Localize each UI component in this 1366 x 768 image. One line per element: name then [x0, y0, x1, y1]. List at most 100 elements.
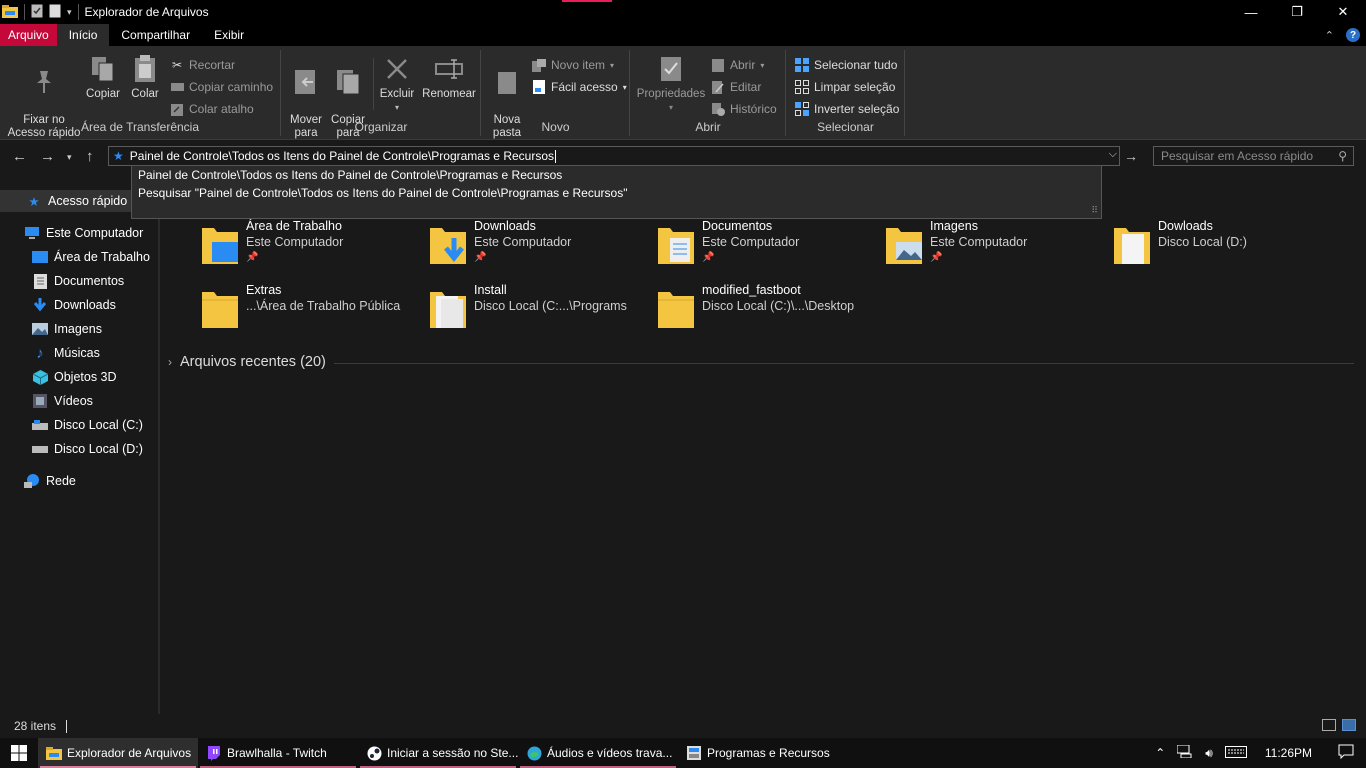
taskbar-item-twitch[interactable]: Brawlhalla - Twitch: [198, 738, 358, 768]
cut-label: Recortar: [189, 58, 236, 72]
resize-grip-icon[interactable]: ⠿: [1091, 205, 1098, 216]
tab-home[interactable]: Início: [56, 24, 110, 46]
sidebar-item-label: Disco Local (C:): [54, 418, 143, 432]
autocomplete-item[interactable]: Painel de Controle\Todos os Itens do Pai…: [132, 166, 1101, 184]
paste-icon: [130, 54, 160, 84]
folder-icon: [428, 286, 468, 330]
sidebar-item-drive-c[interactable]: Disco Local (C:): [0, 414, 143, 436]
sidebar-item-documents[interactable]: Documentos: [0, 270, 124, 292]
start-button[interactable]: [0, 738, 38, 768]
copy-path-button[interactable]: Copiar caminho: [170, 80, 273, 94]
select-all-label: Selecionar tudo: [814, 58, 898, 72]
taskbar-item-file-explorer[interactable]: Explorador de Arquivos: [38, 738, 198, 768]
sidebar-item-label: Este Computador: [46, 226, 144, 240]
pin-icon: 📌: [474, 252, 487, 263]
tab-share[interactable]: Compartilhar: [109, 24, 202, 46]
sidebar-item-3d-objects[interactable]: Objetos 3D: [0, 366, 117, 388]
select-all-button[interactable]: Selecionar tudo: [795, 58, 897, 72]
sidebar-item-pictures[interactable]: Imagens: [0, 318, 102, 340]
sidebar-item-label: Músicas: [54, 346, 100, 360]
network-tray-icon[interactable]: [1176, 744, 1193, 761]
properties-label: Propriedades: [636, 88, 706, 100]
keyboard-icon[interactable]: [1224, 745, 1247, 761]
copy-button[interactable]: Copiar: [84, 54, 122, 101]
forward-button[interactable]: →: [40, 148, 55, 165]
folder-tile[interactable]: Imagens Este Computador 📌: [884, 218, 1104, 274]
folder-tile[interactable]: Install Disco Local (C:...\Programs: [428, 282, 648, 338]
up-button[interactable]: ↑: [86, 148, 94, 165]
paste-shortcut-button[interactable]: Colar atalho: [170, 102, 254, 116]
taskbar-item-edge[interactable]: Áudios e vídeos trava...: [518, 738, 678, 768]
tiles-view-icon[interactable]: [1342, 719, 1356, 731]
folder-tile[interactable]: Downloads Este Computador 📌: [428, 218, 648, 274]
volume-icon[interactable]: 🔊︎: [1205, 746, 1213, 761]
sidebar-item-desktop[interactable]: Área de Trabalho: [0, 246, 150, 268]
copy-path-label: Copiar caminho: [189, 80, 274, 94]
new-item-button[interactable]: Novo item ▾: [532, 58, 614, 72]
address-history-dropdown[interactable]: ⌵: [1109, 148, 1117, 161]
sidebar-item-network[interactable]: Rede: [0, 470, 76, 492]
quick-access-star-icon: ★: [113, 149, 124, 163]
maximize-button[interactable]: ❐: [1274, 0, 1320, 24]
close-button[interactable]: ✕: [1320, 0, 1366, 24]
back-button[interactable]: ←: [12, 148, 27, 165]
chevron-down-icon: ▾: [760, 60, 765, 70]
sidebar-item-music[interactable]: ♪ Músicas: [0, 342, 100, 364]
delete-button[interactable]: Excluir ▾: [378, 54, 416, 114]
open-button[interactable]: Abrir ▾: [711, 58, 764, 72]
sidebar-item-drive-d[interactable]: Disco Local (D:): [0, 438, 143, 460]
taskbar-item-steam[interactable]: Iniciar a sessão no Ste...: [358, 738, 518, 768]
address-input[interactable]: Painel de Controle\Todos os Itens do Pai…: [130, 149, 557, 164]
go-button[interactable]: →: [1124, 148, 1138, 164]
address-bar[interactable]: ★ Painel de Controle\Todos os Itens do P…: [108, 146, 1120, 166]
folder-location: Disco Local (D:): [1158, 235, 1247, 249]
notifications-icon[interactable]: [1338, 744, 1354, 762]
taskbar-item-programs-features[interactable]: Programas e Recursos: [678, 738, 838, 768]
history-button[interactable]: Histórico: [711, 102, 777, 116]
recent-locations-button[interactable]: ▾: [67, 152, 72, 163]
invert-selection-button[interactable]: Inverter seleção: [795, 102, 899, 116]
sidebar-item-this-pc[interactable]: Este Computador: [0, 222, 143, 244]
rename-button[interactable]: Renomear: [420, 54, 478, 101]
organize-group: Mover para Copiar para Excluir ▾ Renomea…: [282, 50, 481, 139]
properties-icon[interactable]: [31, 4, 43, 21]
help-icon[interactable]: ?: [1346, 28, 1360, 42]
folder-tile[interactable]: Área de Trabalho Este Computador 📌: [200, 218, 420, 274]
folder-tile[interactable]: Documentos Este Computador 📌: [656, 218, 876, 274]
tab-view[interactable]: Exibir: [202, 24, 256, 46]
edit-label: Editar: [730, 80, 762, 94]
minimize-button[interactable]: —: [1228, 0, 1274, 24]
clock[interactable]: 11:26PM: [1265, 746, 1312, 760]
new-group-label: Novo: [541, 120, 570, 134]
cut-button[interactable]: ✂ Recortar: [170, 58, 235, 72]
chevron-down-icon[interactable]: ▾: [67, 7, 72, 18]
properties-button[interactable]: Propriedades ▾: [635, 54, 707, 114]
collapse-ribbon-icon[interactable]: ⌃: [1325, 29, 1334, 42]
pin-icon: 📌: [702, 252, 715, 263]
autocomplete-search-item[interactable]: Pesquisar "Painel de Controle\Todos os I…: [132, 184, 1101, 202]
sidebar-item-quick-access[interactable]: ★ Acesso rápido: [0, 190, 152, 212]
paste-button[interactable]: Colar: [126, 54, 164, 101]
easy-access-icon: [532, 80, 546, 94]
sidebar-item-label: Área de Trabalho: [54, 250, 150, 264]
tab-file[interactable]: Arquivo: [0, 24, 57, 46]
details-view-icon[interactable]: [1322, 719, 1336, 731]
address-autocomplete: Painel de Controle\Todos os Itens do Pai…: [131, 165, 1102, 219]
sidebar-item-label: Imagens: [54, 322, 102, 336]
select-group: Selecionar tudo Limpar seleção Inverter …: [787, 50, 905, 136]
search-box[interactable]: Pesquisar em Acesso rápido ⚲: [1153, 146, 1354, 166]
new-folder-icon[interactable]: [49, 4, 61, 21]
new-folder-icon: [492, 67, 522, 97]
downloads-folder-icon: [428, 222, 468, 266]
show-hidden-icons-icon[interactable]: ⌃: [1155, 746, 1165, 760]
folder-tile[interactable]: Dowloads Disco Local (D:): [1112, 218, 1332, 274]
select-none-button[interactable]: Limpar seleção: [795, 80, 895, 94]
folder-tile[interactable]: Extras ...\Área de Trabalho Pública: [200, 282, 420, 338]
edit-button[interactable]: Editar: [711, 80, 761, 94]
paste-label: Colar: [131, 88, 159, 100]
recent-files-header[interactable]: › Arquivos recentes (20): [168, 354, 326, 370]
sidebar-item-videos[interactable]: Vídeos: [0, 390, 93, 412]
folder-tile[interactable]: modified_fastboot Disco Local (C:)\...\D…: [656, 282, 876, 338]
sidebar-item-downloads[interactable]: Downloads: [0, 294, 116, 316]
easy-access-button[interactable]: Fácil acesso ▾: [532, 80, 627, 94]
